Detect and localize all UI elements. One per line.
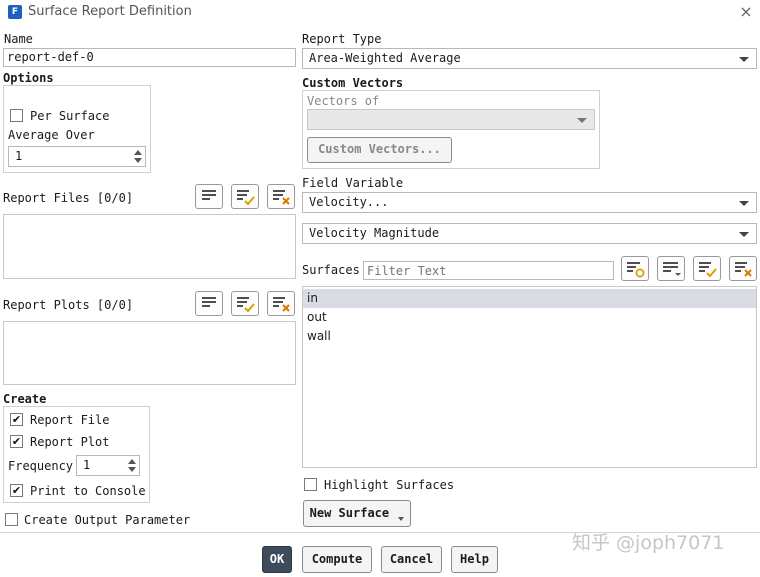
spin-down-icon[interactable]: [134, 158, 142, 163]
cancel-button[interactable]: Cancel: [381, 546, 442, 573]
field-variable-category-dropdown[interactable]: Velocity...: [302, 192, 757, 213]
list-check-icon: [237, 297, 255, 313]
frequency-label: Frequency: [8, 459, 74, 473]
report-type-value: Area-Weighted Average: [309, 51, 461, 65]
surfaces-group-button[interactable]: [621, 256, 649, 281]
spin-down-icon[interactable]: [128, 467, 136, 472]
help-button[interactable]: Help: [451, 546, 498, 573]
window-title: Surface Report Definition: [28, 4, 192, 19]
surfaces-label: Surfaces: [302, 263, 360, 277]
list-sort-icon: [663, 262, 681, 276]
report-plots-label: Report Plots [0/0]: [3, 298, 134, 312]
field-variable-label: Field Variable: [302, 176, 404, 190]
print-to-console-label: Print to Console: [30, 484, 146, 498]
vectors-of-dropdown[interactable]: [307, 109, 595, 130]
report-plots-deselect-all-button[interactable]: [267, 291, 295, 316]
report-files-label: Report Files [0/0]: [3, 191, 134, 205]
custom-vectors-label: Custom Vectors: [302, 76, 404, 90]
list-x-icon: [735, 262, 752, 277]
report-files-select-all-button[interactable]: [231, 184, 259, 209]
surface-item-wall[interactable]: wall: [303, 327, 756, 346]
compute-button[interactable]: Compute: [302, 546, 372, 573]
average-over-value: 1: [15, 149, 23, 163]
report-file-checkbox[interactable]: ✔: [10, 413, 23, 426]
frequency-spinner[interactable]: 1: [76, 455, 140, 476]
frequency-value: 1: [83, 458, 91, 472]
list-x-icon: [273, 297, 290, 312]
print-to-console-checkbox[interactable]: ✔: [10, 484, 23, 497]
title-bar: F Surface Report Definition ×: [0, 0, 760, 26]
chevron-down-icon: [577, 118, 587, 123]
new-surface-button[interactable]: New Surface: [303, 500, 411, 527]
report-file-label: Report File: [30, 413, 110, 427]
field-variable-category-value: Velocity...: [309, 195, 389, 209]
list-check-icon: [699, 262, 717, 278]
field-variable-value: Velocity Magnitude: [309, 226, 440, 240]
list-lines-icon: [202, 190, 216, 200]
vectors-of-label: Vectors of: [307, 94, 380, 108]
average-over-label: Average Over: [8, 128, 95, 142]
average-over-spinner[interactable]: 1: [8, 146, 146, 167]
name-label: Name: [4, 32, 33, 46]
report-plot-label: Report Plot: [30, 435, 110, 449]
chevron-down-icon: [739, 232, 749, 237]
name-input[interactable]: report-def-0: [3, 48, 296, 67]
chevron-down-icon: [739, 57, 749, 62]
surface-item-out[interactable]: out: [303, 308, 756, 327]
list-circle-icon: [627, 262, 645, 278]
close-icon[interactable]: ×: [736, 2, 756, 22]
create-label: Create: [3, 392, 47, 406]
fluent-app-icon: F: [8, 5, 22, 19]
watermark: 知乎 @joph7071: [572, 532, 725, 554]
report-files-list-button[interactable]: [195, 184, 223, 209]
surfaces-deselect-all-button[interactable]: [729, 256, 757, 281]
list-lines-icon: [202, 297, 216, 307]
new-surface-label: New Surface: [309, 506, 390, 520]
report-files-list[interactable]: [3, 214, 296, 279]
report-plots-list[interactable]: [3, 321, 296, 385]
chevron-down-icon: [739, 201, 749, 206]
highlight-surfaces-checkbox[interactable]: [304, 478, 317, 491]
options-label: Options: [3, 71, 54, 85]
per-surface-label: Per Surface: [30, 109, 110, 123]
list-check-icon: [237, 190, 255, 206]
ok-button[interactable]: OK: [262, 546, 292, 573]
report-type-dropdown[interactable]: Area-Weighted Average: [302, 48, 757, 69]
surfaces-sort-button[interactable]: [657, 256, 685, 281]
create-output-parameter-checkbox[interactable]: [5, 513, 18, 526]
surfaces-select-all-button[interactable]: [693, 256, 721, 281]
list-x-icon: [273, 190, 290, 205]
create-output-parameter-label: Create Output Parameter: [24, 513, 191, 527]
report-plot-checkbox[interactable]: ✔: [10, 435, 23, 448]
custom-vectors-button[interactable]: Custom Vectors...: [307, 137, 452, 163]
spin-up-icon[interactable]: [128, 459, 136, 464]
report-plots-select-all-button[interactable]: [231, 291, 259, 316]
surfaces-list[interactable]: in out wall: [302, 286, 757, 468]
field-variable-dropdown[interactable]: Velocity Magnitude: [302, 223, 757, 244]
chevron-down-icon: [398, 517, 405, 521]
per-surface-checkbox[interactable]: [10, 109, 23, 122]
report-type-label: Report Type: [302, 32, 382, 46]
report-plots-list-button[interactable]: [195, 291, 223, 316]
highlight-surfaces-label: Highlight Surfaces: [324, 478, 455, 492]
surfaces-filter-input[interactable]: [363, 261, 614, 280]
spin-up-icon[interactable]: [134, 150, 142, 155]
surface-item-in[interactable]: in: [303, 289, 756, 308]
report-files-deselect-all-button[interactable]: [267, 184, 295, 209]
